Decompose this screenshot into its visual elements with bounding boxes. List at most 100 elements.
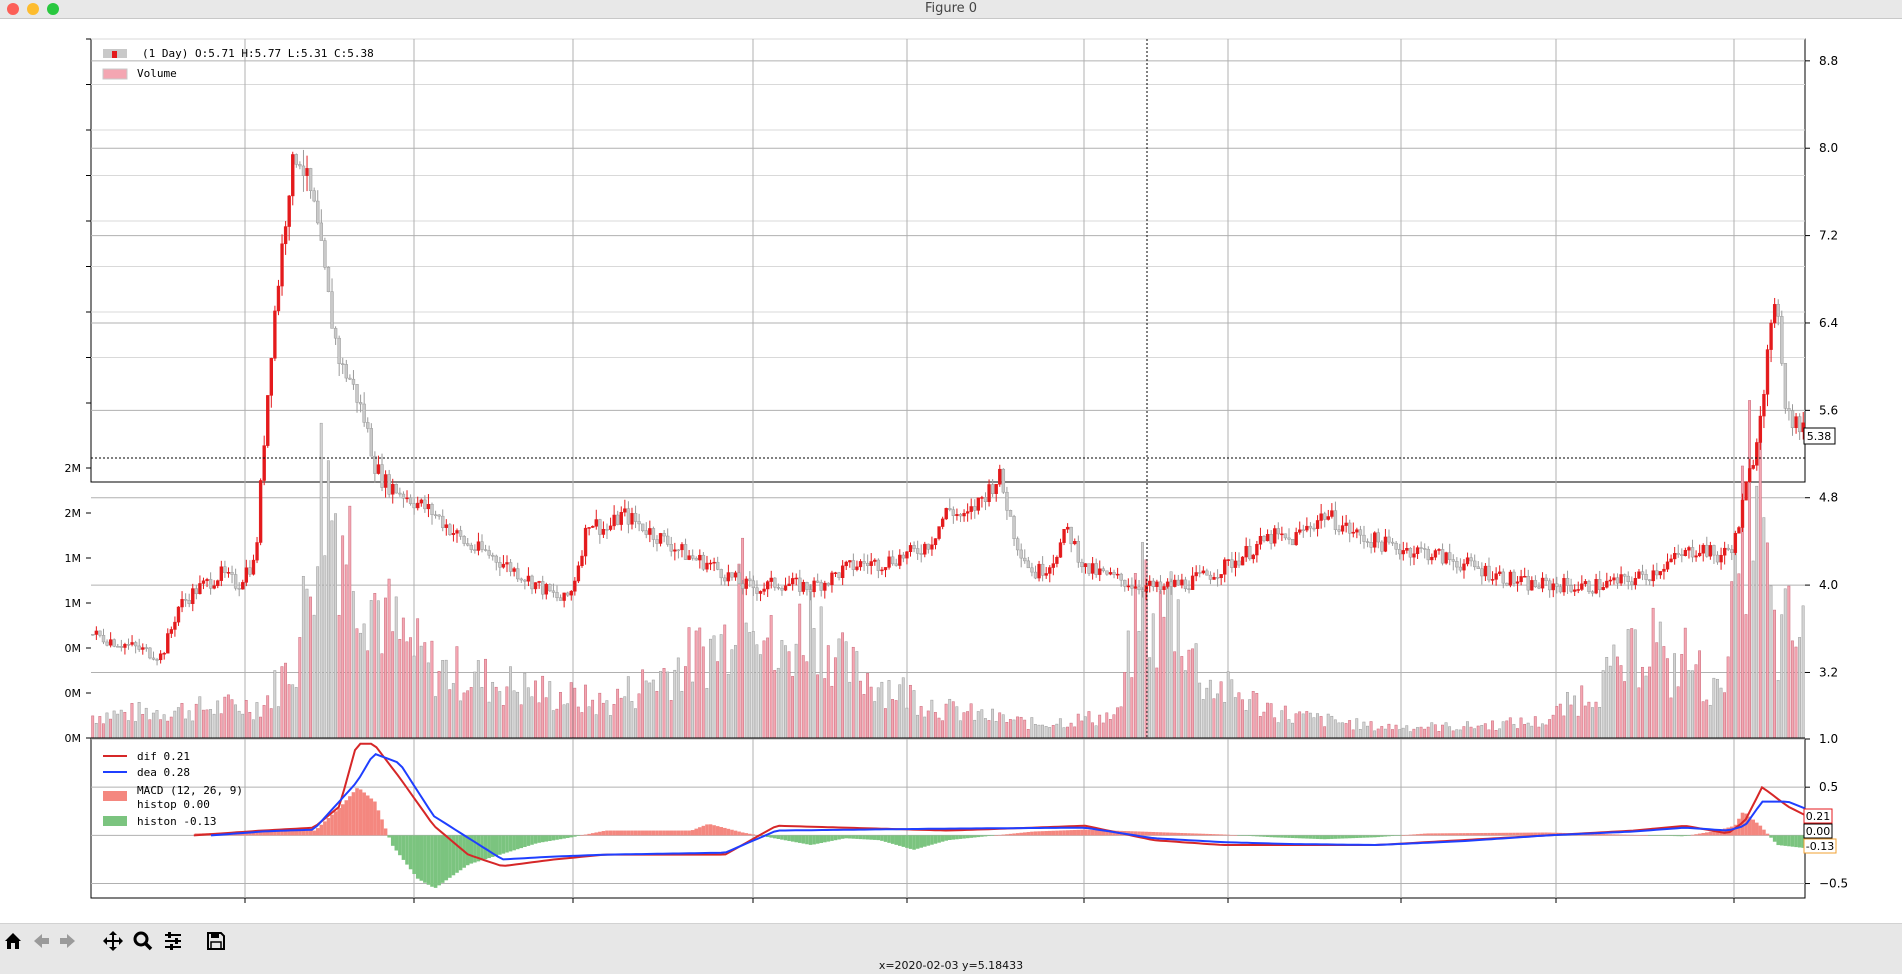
candle-body	[1158, 581, 1163, 590]
volume-bar	[380, 653, 384, 739]
macd-hist-bar	[551, 835, 556, 841]
candle-body	[1644, 574, 1648, 580]
volume-bar	[980, 709, 984, 739]
volume-bar	[1426, 726, 1430, 739]
macd-hist-bar	[523, 835, 527, 847]
candle-body	[1173, 579, 1177, 587]
save-icon[interactable]	[203, 928, 229, 954]
volume-bar	[173, 710, 177, 739]
zoom-icon[interactable]	[130, 928, 156, 954]
candle-body	[1230, 559, 1234, 568]
volume-bar	[1098, 714, 1102, 739]
pan-icon[interactable]	[100, 928, 126, 954]
candle-body	[1594, 579, 1598, 594]
macd-hist-bar	[323, 821, 327, 836]
navigation-toolbar	[0, 923, 1902, 958]
volume-bar	[1690, 670, 1694, 739]
macd-hist-bar	[1008, 833, 1013, 836]
volume-bar	[705, 688, 709, 739]
status-bar: x=2020-02-03 y=5.18433	[0, 957, 1902, 974]
volume-bar	[1219, 681, 1223, 739]
volume-bar	[1362, 721, 1366, 739]
candle-body	[419, 499, 423, 504]
candle-body	[1519, 576, 1523, 583]
candle-body	[1608, 579, 1613, 582]
candle-body	[1280, 533, 1284, 536]
macd-hist-bar	[894, 835, 899, 845]
candle-body	[1551, 583, 1555, 591]
macd-hist-bar	[330, 814, 334, 836]
candle-body	[444, 524, 448, 528]
macd-hist-bar	[583, 834, 588, 836]
macd-hist-bar	[1262, 835, 1266, 837]
volume-bar	[1694, 664, 1698, 739]
candle-body	[1358, 529, 1363, 536]
price-tick-label: 7.2	[1819, 229, 1838, 243]
volume-bar	[841, 632, 844, 739]
volume-bar	[1733, 534, 1737, 739]
candle-body	[166, 633, 170, 654]
candle-body	[301, 165, 306, 176]
macd-hist-bar	[787, 835, 791, 841]
back-icon[interactable]	[28, 928, 54, 954]
candle-body	[1515, 581, 1520, 584]
candle-body	[619, 511, 623, 525]
dea-legend-label: dea 0.28	[137, 766, 190, 779]
macd-hist-bar	[630, 830, 634, 836]
figure-canvas[interactable]: 3.24.04.85.66.47.28.08.8 0M0M0M1M1M2M2M …	[0, 19, 1902, 923]
volume-bar	[287, 684, 291, 739]
candle-body	[883, 567, 888, 571]
configure-icon[interactable]	[160, 928, 186, 954]
candle-body	[408, 497, 413, 504]
volume-bar	[505, 686, 509, 739]
candle-body	[308, 168, 313, 191]
candle-body	[1430, 556, 1434, 561]
volume-bar	[512, 690, 516, 739]
macd-hist-bar	[1501, 832, 1506, 836]
macd-hist-bar	[1619, 834, 1623, 836]
candle-body	[1362, 534, 1366, 542]
macd-hist-bar	[919, 835, 924, 848]
macd-hist-bar	[955, 835, 959, 840]
volume-bar	[1030, 717, 1034, 739]
forward-icon[interactable]	[55, 928, 81, 954]
candle-body	[201, 580, 206, 584]
candle-body	[1008, 510, 1013, 517]
volume-bar	[1323, 726, 1327, 739]
volume-bar	[1726, 656, 1730, 739]
macd-hist-bar	[1276, 835, 1281, 838]
volume-bar	[98, 716, 102, 739]
candle-body	[994, 484, 998, 494]
candle-body	[687, 555, 691, 560]
candle-body	[1012, 516, 1016, 539]
macd-hist-bar	[430, 835, 434, 887]
macd-hist-bar	[1362, 835, 1366, 838]
macd-hist-bar	[1444, 833, 1448, 836]
macd-hist-bar	[1390, 835, 1395, 837]
candle-body	[601, 528, 606, 535]
macd-hist-bar	[990, 835, 995, 836]
candle-body	[1265, 534, 1270, 542]
candle-body	[1787, 408, 1791, 412]
candle-body	[1712, 545, 1716, 556]
macd-hist-bar	[730, 829, 734, 836]
volume-bar	[130, 703, 134, 739]
volume-bar	[1562, 715, 1566, 739]
candle-body	[591, 526, 595, 528]
macd-hist-bar	[1090, 829, 1095, 836]
volume-bar	[758, 654, 762, 739]
volume-bar	[341, 535, 345, 739]
macd-hist-bar	[837, 835, 841, 840]
candle-body	[773, 577, 777, 588]
volume-bar	[1401, 727, 1405, 739]
candle-body	[1708, 545, 1713, 557]
volume-bar	[216, 700, 220, 739]
macd-hist-bar	[701, 825, 706, 836]
volume-bar	[587, 706, 591, 739]
macd-tick-label: −0.5	[1819, 877, 1848, 891]
home-icon[interactable]	[0, 928, 26, 954]
macd-hist-bar	[1437, 833, 1441, 836]
volume-bar	[1462, 726, 1466, 739]
candle-body	[1633, 578, 1638, 586]
macd-hist-bar	[558, 835, 563, 840]
